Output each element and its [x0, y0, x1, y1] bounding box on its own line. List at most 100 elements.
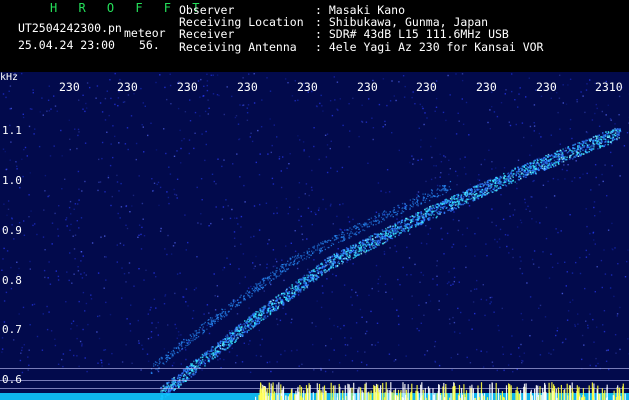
trail-speck [543, 167, 546, 170]
noise-speck [204, 159, 206, 162]
band-spike [461, 394, 463, 400]
noise-speck [150, 336, 153, 339]
noise-speck [434, 361, 437, 363]
noise-speck [328, 318, 331, 320]
trail2-speck [355, 227, 357, 230]
trail2-speck [396, 212, 399, 215]
trail-speck [272, 299, 275, 302]
trail-speck [281, 302, 283, 304]
noise-speck [567, 310, 570, 312]
trail2-speck [224, 311, 227, 313]
trail2-speck [259, 288, 261, 290]
trail-speck [348, 250, 350, 252]
trail-speck [350, 249, 352, 252]
noise-speck [575, 160, 577, 162]
noise-speck [13, 339, 15, 341]
trail-speck [189, 365, 191, 367]
noise-speck [348, 103, 350, 105]
trail-speck [494, 185, 496, 187]
trail-speck [426, 211, 429, 213]
noise-speck [142, 102, 144, 104]
noise-speck [455, 170, 457, 173]
noise-speck [325, 208, 327, 210]
noise-speck [117, 212, 119, 215]
noise-speck [145, 269, 147, 271]
trail2-speck [157, 364, 159, 367]
trail2-speck [280, 265, 282, 267]
noise-speck [523, 136, 525, 139]
noise-speck [254, 265, 256, 267]
noise-speck [85, 274, 87, 276]
trail-speck [540, 167, 543, 169]
noise-speck [541, 340, 544, 342]
trail2-speck [198, 329, 200, 331]
noise-speck [257, 129, 259, 132]
noise-speck [112, 156, 114, 159]
trail-speck [269, 307, 271, 309]
noise-speck [271, 144, 273, 147]
trail2-speck [287, 268, 289, 270]
band-spike [508, 383, 510, 400]
noise-speck [577, 313, 579, 315]
band-spike [368, 391, 370, 400]
trail2-speck [195, 330, 198, 332]
trail-speck [474, 185, 476, 188]
trail2-speck [364, 229, 366, 232]
noise-speck [321, 105, 323, 107]
noise-speck [533, 179, 535, 182]
noise-speck [225, 199, 227, 201]
noise-speck [166, 253, 168, 256]
noise-speck [489, 296, 491, 299]
trail-speck [573, 149, 576, 152]
noise-speck [498, 238, 501, 240]
noise-speck [337, 326, 339, 328]
noise-speck [142, 348, 144, 350]
noise-speck [22, 116, 25, 119]
noise-speck [533, 250, 536, 252]
trail-speck [482, 185, 484, 188]
trail2-speck [291, 256, 294, 258]
trail-speck [330, 266, 332, 269]
noise-speck [174, 323, 176, 326]
band-spike [282, 386, 285, 400]
trail-speck [342, 254, 344, 257]
trail-speck [165, 385, 168, 388]
noise-speck [601, 110, 603, 113]
noise-speck [200, 178, 203, 180]
noise-speck [418, 127, 420, 129]
trail-speck [438, 205, 441, 207]
noise-speck [97, 362, 99, 364]
trail2-speck [346, 229, 348, 231]
trail2-speck [350, 230, 352, 233]
trail2-speck [416, 199, 419, 201]
trail2-speck [209, 317, 212, 319]
noise-speck [565, 103, 568, 105]
noise-speck [196, 186, 198, 189]
noise-speck [465, 101, 468, 104]
trail-speck [502, 177, 505, 179]
trail-speck [598, 144, 600, 146]
trail-speck [432, 206, 434, 209]
noise-speck [132, 194, 135, 197]
trail-speck [224, 338, 227, 340]
noise-speck [448, 159, 450, 161]
noise-speck [73, 354, 75, 357]
noise-speck [238, 268, 240, 270]
noise-speck [509, 215, 511, 218]
noise-speck [334, 99, 336, 101]
trail-speck [339, 256, 342, 258]
noise-speck [329, 147, 331, 150]
noise-speck [61, 358, 63, 361]
noise-speck [444, 156, 447, 158]
noise-speck [234, 245, 236, 247]
noise-speck [365, 121, 368, 123]
noise-speck [450, 357, 452, 359]
trail-speck [558, 160, 561, 162]
trail-speck [445, 199, 447, 202]
trail-speck [291, 290, 294, 292]
noise-speck [448, 318, 451, 320]
trail2-speck [346, 232, 349, 234]
noise-speck [533, 130, 535, 132]
trail2-speck [377, 222, 380, 224]
noise-speck [259, 344, 261, 346]
